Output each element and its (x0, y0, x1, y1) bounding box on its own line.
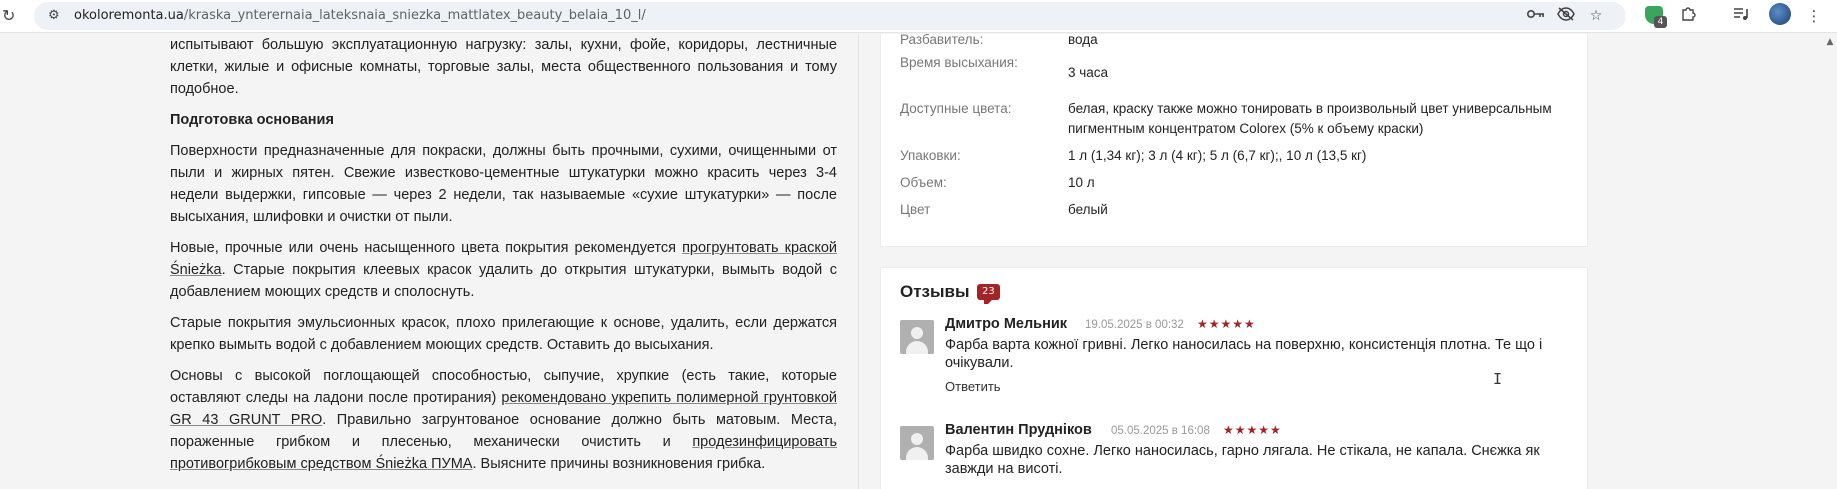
extensions-puzzle-icon[interactable] (1677, 4, 1701, 28)
description-paragraph-absorbent-bases: Основы с высокой поглощающей способность… (170, 365, 837, 475)
reviews-title: Отзывы (900, 282, 970, 301)
scroll-up-arrow-icon[interactable]: ▲ (1823, 37, 1837, 47)
review-author: Дмитро Мельник (945, 316, 1068, 332)
spec-label: Время высыхания: (900, 55, 1018, 70)
text-segment: . Старые покрытия клеевых красок удалить… (170, 262, 837, 300)
avatar-body (906, 341, 928, 354)
surface-preparation-heading: Подготовка основания (170, 112, 334, 128)
user-avatar-icon (900, 426, 934, 460)
spec-label: Цвет (900, 202, 931, 217)
spec-value: 3 часа (1068, 65, 1109, 80)
bookmark-star-icon[interactable]: ☆ (1587, 7, 1605, 25)
more-menu-icon[interactable]: ⋮ (1802, 4, 1826, 28)
avatar-body (906, 447, 928, 460)
description-paragraph-new-coatings: Новые, прочные или очень насыщенного цве… (170, 237, 837, 303)
address-bar[interactable]: ⚙ okoloremonta.ua/kraska_ynterernaia_lat… (34, 2, 1626, 30)
review-date: 19.05.2025 в 00:32 (1085, 319, 1184, 331)
review-author: Валентин Прудніков (945, 422, 1092, 438)
spec-label: Доступные цвета: (900, 101, 1012, 116)
url-text[interactable]: okoloremonta.ua/kraska_ynterernaia_latek… (74, 8, 646, 23)
review-rating-stars-icon: ★★★★★ (1197, 317, 1256, 331)
extension-badge-count: 4 (1654, 16, 1667, 28)
reload-icon[interactable]: ↻ (2, 5, 24, 27)
description-paragraph-surfaces: Поверхности предназначенные для покраски… (170, 143, 837, 225)
description-paragraph-usage: испытывают большую эксплуатационную нагр… (170, 37, 837, 97)
review-text: Фарба швидко сохне. Легко наносилась, га… (945, 443, 1540, 477)
text-segment: . Выясните причины возникновения грибка. (472, 456, 766, 472)
profile-avatar[interactable] (1769, 3, 1791, 25)
spec-value: 10 л (1068, 175, 1095, 190)
url-domain: okoloremonta.ua (74, 8, 184, 23)
review-date: 05.05.2025 в 16:08 (1111, 425, 1210, 437)
spec-value: белый (1068, 202, 1108, 217)
site-info-icon[interactable]: ⚙ (48, 8, 60, 23)
avatar-head (911, 433, 923, 445)
password-key-icon[interactable] (1526, 7, 1545, 25)
review-rating-stars-icon: ★★★★★ (1223, 423, 1282, 437)
reply-button[interactable]: Ответить (945, 379, 1001, 394)
eye-off-icon[interactable] (1557, 7, 1575, 26)
url-path: /kraska_ynterernaia_lateksnaia_sniezka_m… (183, 8, 646, 23)
reviews-count-badge: 23 (977, 284, 1000, 304)
user-avatar-icon (900, 320, 934, 354)
product-description: испытывают большую эксплуатационную нагр… (170, 34, 837, 484)
description-paragraph-old-coatings: Старые покрытия эмульсионных красок, пло… (170, 315, 837, 353)
text-cursor-icon: I (1493, 370, 1503, 388)
specifications-panel: Разбавитель: вода Время высыхания: 3 час… (880, 34, 1588, 247)
spec-value: белая, краску также можно тонировать в п… (1068, 101, 1552, 136)
spec-value: вода (1068, 34, 1098, 47)
spec-value: 1 л (1,34 кг); 3 л (4 кг); 5 л (6,7 кг);… (1068, 148, 1367, 163)
spec-label: Объем: (900, 175, 947, 190)
text-segment: Новые, прочные или очень насыщенного цве… (170, 240, 683, 256)
extension-shield-icon[interactable]: 4 (1643, 4, 1667, 28)
spec-label: Разбавитель: (900, 34, 984, 47)
spec-label: Упаковки: (900, 148, 961, 163)
browser-toolbar: ↻ ⚙ okoloremonta.ua/kraska_ynterernaia_l… (0, 0, 1837, 33)
media-queue-icon[interactable] (1729, 4, 1753, 28)
review-text: Фарба варта кожної гривні. Легко наносил… (945, 337, 1543, 371)
column-divider (858, 34, 859, 489)
page-content: испытывают большую эксплуатационную нагр… (0, 34, 1837, 489)
avatar-head (911, 327, 923, 339)
reviews-panel: Отзывы 23 Дмитро Мельник 19.05.2025 в 00… (880, 267, 1588, 489)
